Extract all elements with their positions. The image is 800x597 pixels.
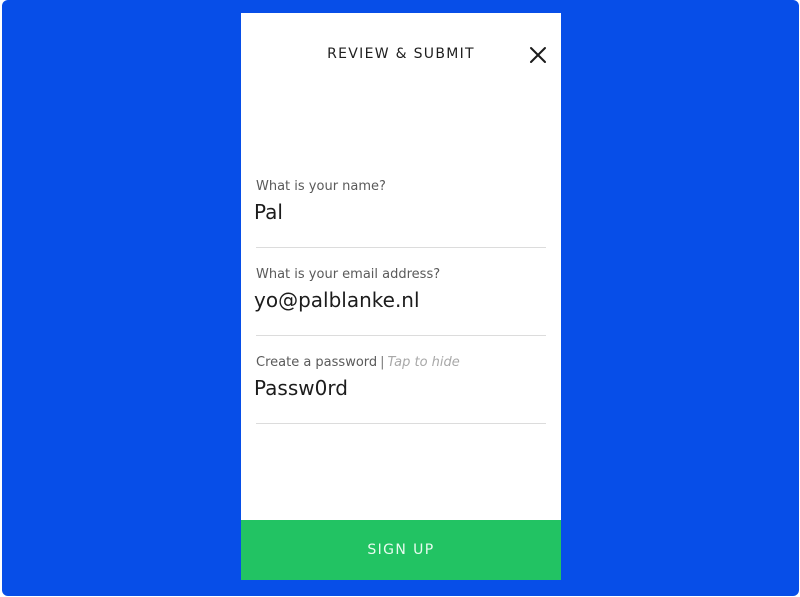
password-input[interactable]	[254, 373, 546, 403]
password-field-group: Create a password | Tap to hide	[254, 355, 546, 424]
name-label: What is your name?	[256, 179, 386, 194]
toggle-password-visibility[interactable]: Tap to hide	[388, 355, 460, 370]
page-title: REVIEW & SUBMIT	[327, 46, 475, 62]
email-label: What is your email address?	[256, 267, 441, 282]
name-input[interactable]	[254, 197, 546, 227]
name-field-group: What is your name?	[254, 179, 546, 248]
close-icon	[530, 47, 546, 63]
page-background: REVIEW & SUBMIT What is your name? What …	[2, 0, 799, 596]
close-button[interactable]	[527, 44, 549, 66]
email-input[interactable]	[254, 285, 546, 315]
label-separator: |	[380, 355, 385, 370]
header: REVIEW & SUBMIT	[241, 13, 561, 97]
signup-card: REVIEW & SUBMIT What is your name? What …	[241, 13, 561, 580]
password-label-row: Create a password | Tap to hide	[256, 355, 460, 370]
password-label: Create a password	[256, 355, 378, 370]
sign-up-button[interactable]: SIGN UP	[241, 520, 561, 580]
email-field-group: What is your email address?	[254, 267, 546, 336]
